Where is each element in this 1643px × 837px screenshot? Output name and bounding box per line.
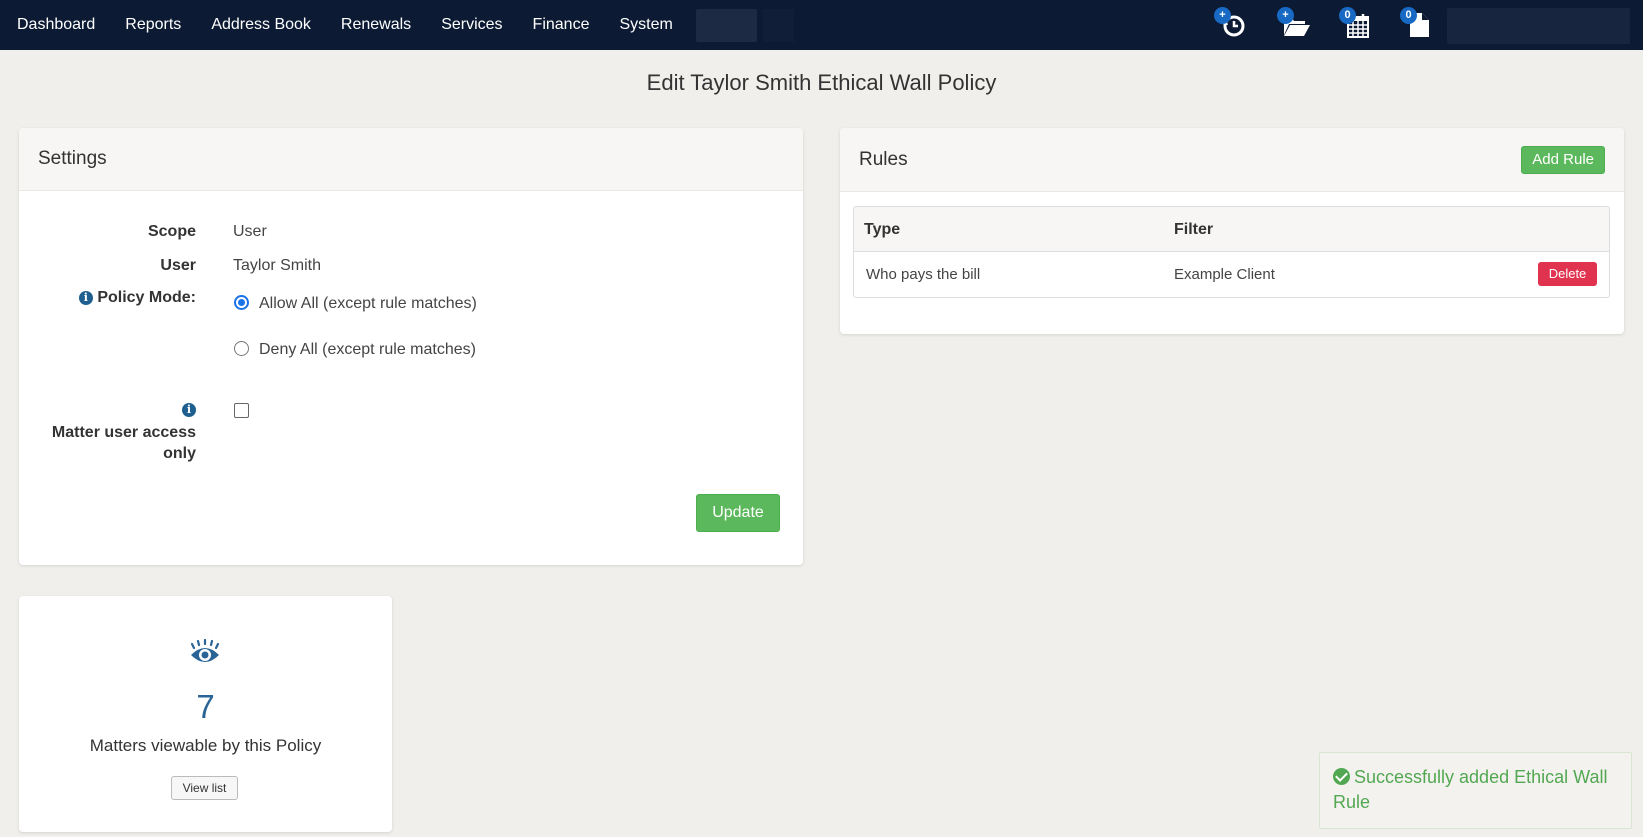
info-icon[interactable]: i [78, 291, 93, 305]
scope-value: User [233, 223, 267, 240]
page-title: Edit Taylor Smith Ethical Wall Policy [646, 70, 997, 95]
nav-services[interactable]: Services [426, 0, 517, 50]
documents-button[interactable]: 0 [1400, 7, 1434, 40]
nav-badge: + [1214, 7, 1231, 24]
view-list-button[interactable]: View list [171, 776, 238, 800]
nav-redacted-item[interactable] [762, 8, 794, 42]
user-menu-redacted[interactable] [1447, 8, 1630, 44]
main-menu: Dashboard Reports Address Book Renewals … [0, 0, 794, 50]
nav-redacted-item[interactable] [695, 8, 757, 42]
column-header-filter[interactable]: Filter [1174, 207, 1213, 252]
nav-badge: + [1277, 7, 1294, 24]
eye-icon [190, 638, 220, 662]
check-circle-icon [1333, 768, 1350, 785]
matters-viewable-card: 7 Matters viewable by this Policy View l… [19, 596, 392, 832]
matter-access-info-wrap: i [182, 401, 196, 419]
rules-panel-header: Rules Add Rule [840, 128, 1624, 192]
new-time-entry-button[interactable]: + [1214, 7, 1248, 40]
rule-type-cell: Who pays the bill [866, 266, 981, 283]
policy-mode-row: i Policy Mode: Allow All (except rule ma… [19, 289, 803, 379]
nav-badge: 0 [1400, 7, 1417, 24]
column-header-type[interactable]: Type [864, 207, 900, 252]
allow-all-label[interactable]: Allow All (except rule matches) [259, 295, 477, 313]
nav-badge: 0 [1339, 7, 1356, 24]
nav-finance[interactable]: Finance [518, 0, 605, 50]
new-matter-button[interactable]: + [1277, 7, 1311, 40]
policy-mode-label: Policy Mode: [97, 289, 196, 306]
deny-all-label[interactable]: Deny All (except rule matches) [259, 341, 476, 359]
matter-access-label-line2: only [163, 445, 196, 462]
settings-panel: Settings Scope User User Taylor Smith i … [19, 128, 803, 565]
policy-mode-label-wrap: i Policy Mode: [78, 289, 196, 307]
allow-all-radio[interactable] [234, 295, 249, 310]
nav-dashboard[interactable]: Dashboard [0, 0, 110, 50]
nav-address-book[interactable]: Address Book [196, 0, 326, 50]
nav-reports[interactable]: Reports [110, 0, 196, 50]
add-rule-button[interactable]: Add Rule [1521, 145, 1605, 174]
nav-system[interactable]: System [604, 0, 687, 50]
rules-title: Rules [859, 148, 908, 170]
update-button[interactable]: Update [696, 494, 780, 532]
info-icon[interactable]: i [182, 403, 196, 417]
nav-renewals[interactable]: Renewals [326, 0, 426, 50]
matters-count: 7 [196, 688, 215, 725]
settings-panel-header: Settings [19, 128, 803, 191]
delete-rule-button[interactable]: Delete [1538, 262, 1597, 286]
settings-title: Settings [38, 148, 107, 169]
calendar-button[interactable]: 0 [1339, 7, 1373, 40]
table-row: Who pays the bill Example Client Delete [854, 252, 1609, 297]
matters-caption: Matters viewable by this Policy [89, 736, 322, 755]
toast-message: Successfully added Ethical Wall Rule [1333, 767, 1608, 812]
rules-panel: Rules Add Rule Type Filter Who pays the … [840, 128, 1624, 334]
user-row: User Taylor Smith [19, 257, 803, 281]
scope-row: Scope User [19, 223, 803, 247]
user-label: User [160, 257, 196, 274]
success-toast[interactable]: Successfully added Ethical Wall Rule [1319, 752, 1632, 829]
rules-table: Type Filter Who pays the bill Example Cl… [853, 206, 1610, 298]
scope-label: Scope [147, 223, 196, 240]
matter-access-row: i Matter user access only [19, 401, 803, 471]
top-navbar: Dashboard Reports Address Book Renewals … [0, 0, 1643, 50]
deny-all-radio[interactable] [234, 341, 249, 356]
matter-access-checkbox[interactable] [234, 403, 249, 418]
matter-access-label-line1: Matter user access [51, 424, 196, 441]
table-header: Type Filter [854, 207, 1609, 252]
rule-filter-cell: Example Client [1174, 266, 1275, 283]
user-value: Taylor Smith [233, 257, 322, 274]
